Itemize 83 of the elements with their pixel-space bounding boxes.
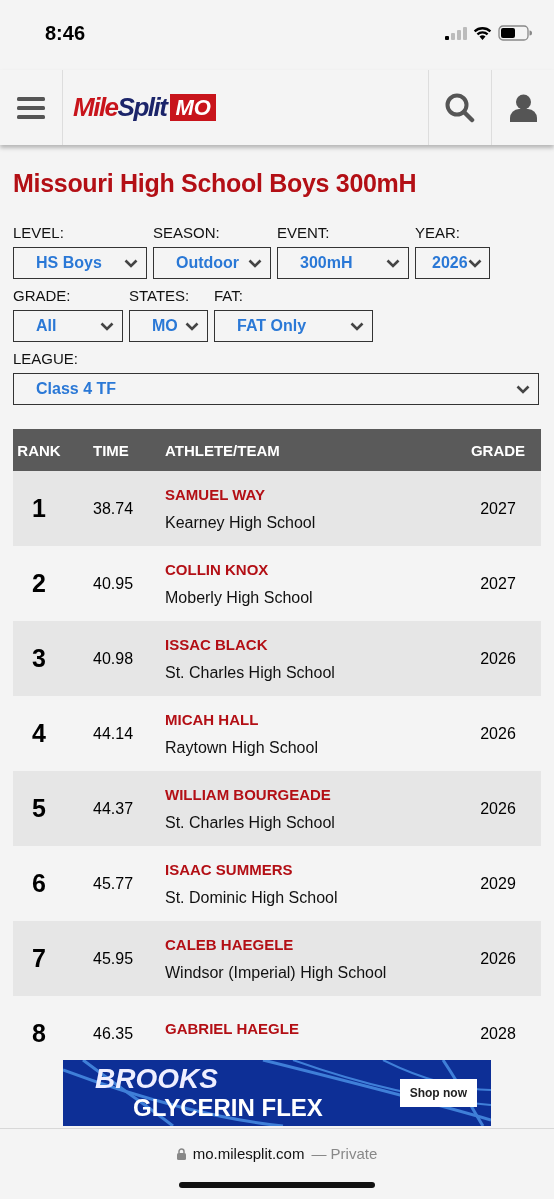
rank-number: 2 <box>31 569 47 598</box>
dropdown[interactable]: All <box>13 310 123 342</box>
time-cell-text: 40.98 <box>92 649 135 668</box>
dropdown[interactable]: MO <box>129 310 208 342</box>
time-cell-text: 38.74 <box>92 499 135 518</box>
column-header: RANK <box>16 441 62 459</box>
team-name: St. Charles High School <box>165 663 336 682</box>
chevron-down-icon <box>185 321 199 331</box>
url-text[interactable]: mo.milesplit.com <box>192 1145 305 1162</box>
page-title: Missouri High School Boys 300mH <box>13 169 418 198</box>
grade-cell-text: 2027 <box>479 574 517 593</box>
rank-number: 3 <box>31 644 47 673</box>
grade-cell-text: 2028 <box>479 1024 517 1043</box>
chevron-down-icon <box>124 258 138 268</box>
ad-product: GLYCERIN FLEX <box>132 1094 323 1122</box>
team-name: St. Charles High School <box>165 813 336 832</box>
filter-label: YEAR: <box>415 224 461 241</box>
athlete-link[interactable]: WILLIAM BOURGEADE <box>165 785 463 803</box>
grade-cell-text: 2026 <box>479 649 517 668</box>
rank-number: 8 <box>31 1019 47 1048</box>
chevron-down-icon <box>386 258 400 268</box>
filter-label: GRADE: <box>13 287 72 304</box>
chevron-down-icon <box>516 384 530 394</box>
athlete-link[interactable]: GABRIEL HAEGLE <box>165 1019 463 1037</box>
wifi-icon <box>473 26 492 40</box>
athlete-link[interactable]: SAMUEL WAY <box>165 485 463 503</box>
grade-cell-text: 2029 <box>479 874 517 893</box>
chevron-down-icon <box>100 321 114 331</box>
athlete-link[interactable]: ISSAC BLACK <box>165 635 463 653</box>
dropdown[interactable]: HS Boys <box>13 247 147 279</box>
user-icon <box>509 93 537 122</box>
time-cell-text: 46.35 <box>92 1024 135 1043</box>
signal-icon <box>445 26 467 40</box>
rank-number: 1 <box>31 494 47 523</box>
filter-label: FAT: <box>214 287 244 304</box>
filter-label: STATES: <box>129 287 191 304</box>
shop-now-button[interactable]: Shop now <box>399 1079 477 1107</box>
dropdown[interactable]: Class 4 TF <box>13 373 539 405</box>
athlete-link[interactable]: CALEB HAEGELE <box>165 935 463 953</box>
rank-number: 6 <box>31 869 47 898</box>
private-label: — Private <box>311 1145 378 1162</box>
time-cell-text: 45.95 <box>92 949 135 968</box>
chevron-down-icon <box>467 258 482 268</box>
dropdown[interactable]: Outdoor <box>153 247 271 279</box>
rank-number: 5 <box>31 794 47 823</box>
filter-label: LEVEL: <box>13 224 65 241</box>
chevron-down-icon <box>350 321 364 331</box>
column-header: GRADE <box>469 441 527 459</box>
athlete-link[interactable]: ISAAC SUMMERS <box>165 860 463 878</box>
chevron-down-icon <box>248 258 262 268</box>
ad-banner[interactable]: BROOKS GLYCERIN FLEX Shop now <box>63 1060 491 1126</box>
team-name: St. Dominic High School <box>165 888 339 907</box>
grade-cell-text: 2026 <box>479 799 517 818</box>
team-name: Windsor (Imperial) High School <box>165 963 388 982</box>
grade-cell-text: 2026 <box>479 724 517 743</box>
column-header: ATHLETE/TEAM <box>165 441 281 459</box>
grade-cell-text: 2027 <box>479 499 517 518</box>
rank-number: 7 <box>31 944 47 973</box>
clock-time: 8:46 <box>45 21 86 45</box>
team-name: Kearney High School <box>165 513 317 532</box>
team-name: Raytown High School <box>165 738 319 757</box>
time-cell-text: 44.37 <box>92 799 135 818</box>
grade-cell-text: 2026 <box>479 949 517 968</box>
filter-label: LEAGUE: <box>13 350 80 367</box>
lock-icon <box>176 1147 186 1160</box>
time-cell-text: 40.95 <box>92 574 135 593</box>
site-logo[interactable]: MileSplit MO <box>63 70 216 145</box>
ad-brand: BROOKS <box>95 1064 219 1094</box>
dropdown[interactable]: 2026 <box>415 247 490 279</box>
time-cell-text: 44.14 <box>92 724 135 743</box>
search-icon <box>445 92 475 123</box>
dropdown[interactable]: FAT Only <box>214 310 373 342</box>
filter-label: EVENT: <box>277 224 331 241</box>
rank-number: 4 <box>31 719 47 748</box>
team-name: Moberly High School <box>165 588 314 607</box>
athlete-link[interactable]: COLLIN KNOX <box>165 560 463 578</box>
battery-icon <box>498 25 532 41</box>
menu-icon <box>17 96 45 119</box>
time-cell-text: 45.77 <box>92 874 135 893</box>
athlete-link[interactable]: MICAH HALL <box>165 710 463 728</box>
filter-label: SEASON: <box>153 224 221 241</box>
column-header: TIME <box>92 441 130 459</box>
dropdown[interactable]: 300mH <box>277 247 409 279</box>
